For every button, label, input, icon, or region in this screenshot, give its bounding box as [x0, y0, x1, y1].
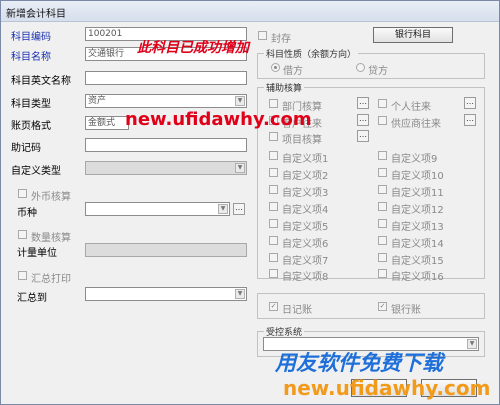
mnemonic-label: 助记码: [11, 143, 41, 154]
custom-checkbox[interactable]: [269, 151, 278, 160]
summary-print-checkbox[interactable]: [18, 271, 27, 280]
custom-item: 自定义项8: [282, 272, 329, 283]
foreign-checkbox[interactable]: [18, 189, 27, 198]
mnemonic-input[interactable]: [85, 138, 247, 152]
summary-print-label: 汇总打印: [31, 274, 71, 285]
currency-browse-button[interactable]: …: [233, 203, 245, 215]
custom-checkbox[interactable]: [378, 219, 387, 228]
aux-checkbox-person[interactable]: [378, 99, 387, 108]
code-label: 科目编码: [11, 32, 51, 43]
custom-checkbox[interactable]: [378, 236, 387, 245]
custom-checkbox[interactable]: [269, 269, 278, 278]
custom-type-label: 自定义类型: [11, 166, 61, 177]
type-select[interactable]: 资产 ▼: [85, 94, 247, 108]
custom-checkbox[interactable]: [378, 168, 387, 177]
chevron-down-icon[interactable]: ▼: [235, 96, 245, 106]
quantity-checkbox[interactable]: [18, 230, 27, 239]
bank-journal-checkbox[interactable]: ✓: [378, 302, 387, 311]
custom-checkbox[interactable]: [378, 269, 387, 278]
custom-item: 自定义项4: [282, 205, 329, 216]
custom-item: 自定义项16: [391, 272, 444, 283]
foreign-label: 外币核算: [31, 192, 71, 203]
currency-select[interactable]: ▼: [85, 202, 230, 216]
debit-label: 借方: [283, 66, 303, 77]
sealed-label: 封存: [271, 34, 291, 45]
aux-checkbox-dept[interactable]: [269, 99, 278, 108]
custom-item: 自定义项6: [282, 239, 329, 250]
sealed-checkbox[interactable]: [258, 31, 267, 40]
aux-item-supplier: 供应商往来: [391, 119, 441, 130]
dept-browse-button[interactable]: …: [357, 97, 369, 109]
chevron-down-icon[interactable]: ▼: [235, 163, 245, 173]
chevron-down-icon[interactable]: ▼: [467, 339, 477, 349]
format-value: 金额式: [88, 118, 116, 128]
format-label: 账页格式: [11, 121, 51, 132]
aux-title: 辅助核算: [264, 81, 305, 94]
custom-item: 自定义项9: [391, 154, 438, 165]
custom-item: 自定义项5: [282, 222, 329, 233]
custom-checkbox[interactable]: [269, 202, 278, 211]
custom-checkbox[interactable]: [269, 253, 278, 262]
custom-item: 自定义项14: [391, 239, 444, 250]
custom-item: 自定义项1: [282, 154, 329, 165]
nature-title: 科目性质（余额方向）: [264, 47, 359, 60]
person-browse-button[interactable]: …: [464, 97, 476, 109]
project-browse-button[interactable]: …: [357, 130, 369, 142]
window-title: 新增会计科目: [6, 9, 66, 20]
summary-to-label: 汇总到: [17, 293, 47, 304]
custom-checkbox[interactable]: [269, 168, 278, 177]
custom-checkbox[interactable]: [269, 185, 278, 194]
format-select[interactable]: 金额式: [85, 116, 129, 130]
brand-watermark: 用友软件免费下载: [275, 351, 443, 375]
custom-item: 自定义项12: [391, 205, 444, 216]
daily-journal-checkbox[interactable]: ✓: [269, 302, 278, 311]
chevron-down-icon[interactable]: ▼: [235, 289, 245, 299]
aux-item-project: 项目核算: [282, 135, 322, 146]
new-account-dialog: 新增会计科目 科目编码 100201 科目名称 交通银行 科目英文名称 科目类型…: [0, 0, 500, 405]
type-value: 资产: [88, 96, 107, 106]
aux-item-person: 个人往来: [391, 102, 431, 113]
custom-item: 自定义项13: [391, 222, 444, 233]
custom-checkbox[interactable]: [269, 219, 278, 228]
credit-label: 贷方: [368, 66, 388, 77]
unit-input[interactable]: [85, 243, 247, 257]
type-label: 科目类型: [11, 99, 51, 110]
custom-item: 自定义项11: [391, 188, 444, 199]
english-name-input[interactable]: [85, 71, 247, 85]
custom-item: 自定义项2: [282, 171, 329, 182]
english-name-label: 科目英文名称: [11, 76, 71, 87]
debit-radio[interactable]: [271, 63, 280, 72]
custom-item: 自定义项15: [391, 256, 444, 267]
unit-label: 计量单位: [17, 248, 57, 259]
brand-site-watermark: new.ufidawhy.com: [283, 376, 491, 400]
currency-label: 币种: [17, 208, 37, 219]
custom-item: 自定义项3: [282, 188, 329, 199]
aux-checkbox-project[interactable]: [269, 132, 278, 141]
name-label: 科目名称: [11, 52, 51, 63]
site-watermark: new.ufidawhy.com: [125, 109, 312, 130]
custom-item: 自定义项10: [391, 171, 444, 182]
custom-type-select[interactable]: ▼: [85, 161, 247, 175]
chevron-down-icon[interactable]: ▼: [218, 204, 228, 214]
success-message: 此科目已成功增加: [137, 40, 249, 56]
custom-checkbox[interactable]: [269, 236, 278, 245]
custom-checkbox[interactable]: [378, 253, 387, 262]
daily-journal-label: 日记账: [282, 305, 312, 316]
bank-account-button[interactable]: 银行科目: [373, 27, 453, 43]
aux-checkbox-supplier[interactable]: [378, 116, 387, 125]
credit-radio[interactable]: [356, 63, 365, 72]
custom-item: 自定义项7: [282, 256, 329, 267]
title-bar: 新增会计科目: [1, 1, 499, 22]
custom-checkbox[interactable]: [378, 202, 387, 211]
supplier-browse-button[interactable]: …: [464, 114, 476, 126]
customer-browse-button[interactable]: …: [357, 114, 369, 126]
quantity-label: 数量核算: [31, 233, 71, 244]
summary-to-select[interactable]: ▼: [85, 287, 247, 301]
bank-journal-label: 银行账: [391, 305, 421, 316]
custom-checkbox[interactable]: [378, 151, 387, 160]
custom-checkbox[interactable]: [378, 185, 387, 194]
